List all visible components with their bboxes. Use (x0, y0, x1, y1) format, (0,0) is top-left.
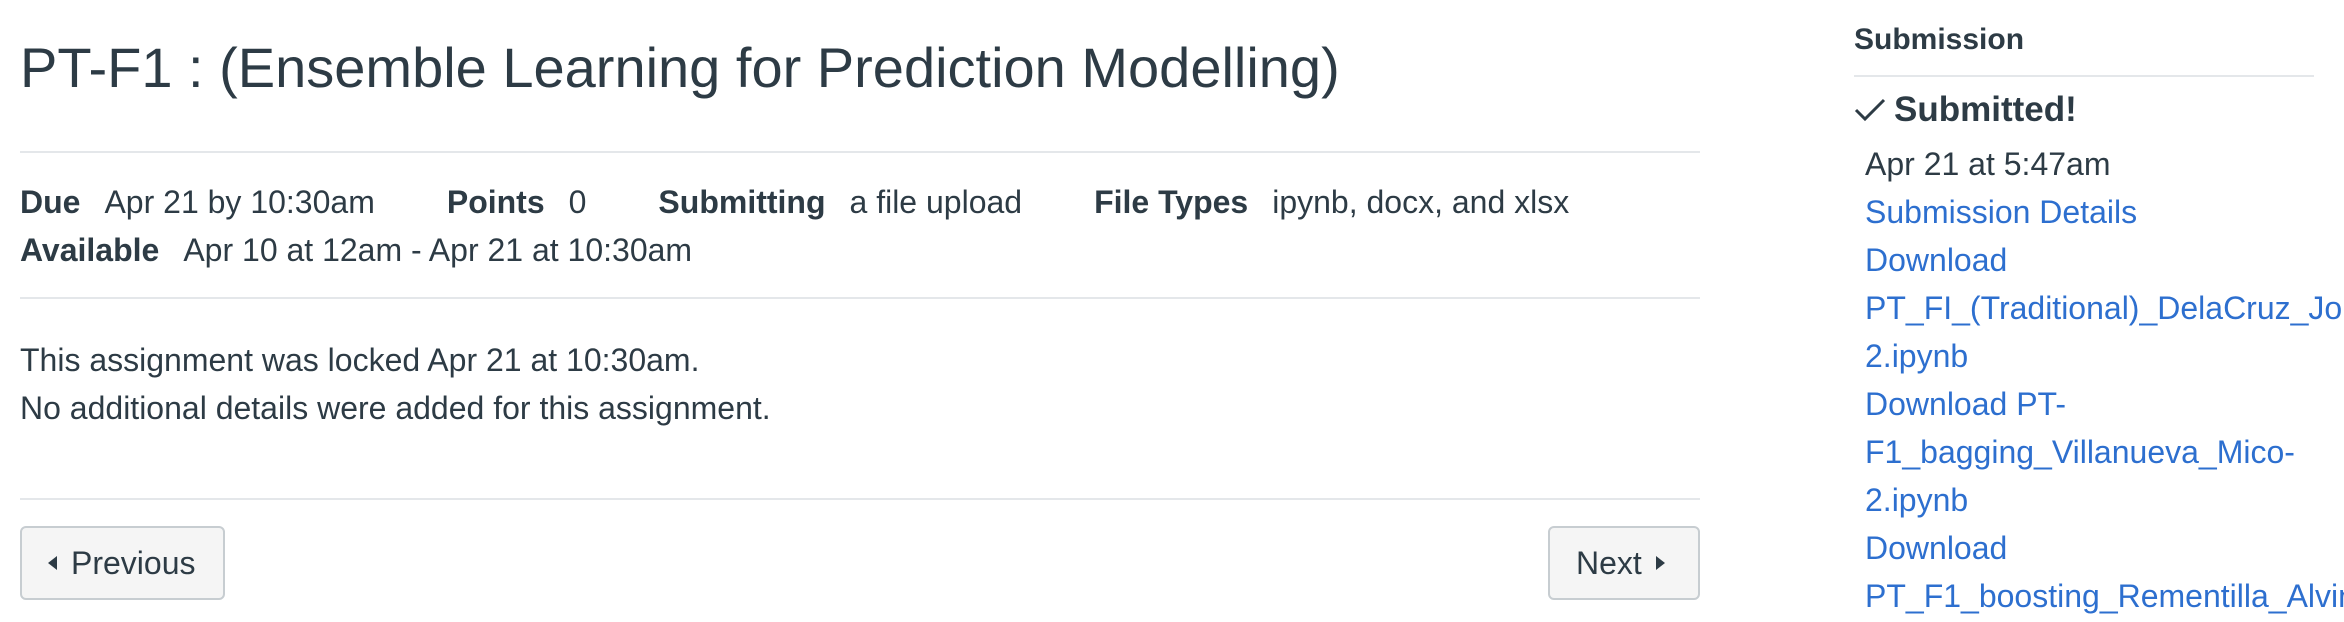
due-label: Due (20, 184, 81, 220)
due-value: Apr 21 by 10:30am (104, 184, 375, 220)
submission-status: Submitted! (1854, 88, 2077, 132)
page-title: PT-F1 : (Ensemble Learning for Predictio… (20, 36, 1340, 99)
download-file-link[interactable]: Download PT- F1_bagging_Villanueva_Mico-… (1865, 380, 2344, 524)
download-file-name-cont: 2.ipynb (1865, 338, 1969, 374)
file-types-value: ipynb, docx, and xlsx (1272, 184, 1570, 220)
download-file-link[interactable]: Download PT_F1_boosting_Rementilla_Alvin… (1865, 524, 2344, 620)
no-details-message: No additional details were added for thi… (20, 390, 771, 426)
submitted-date: Apr 21 at 5:47am (1865, 146, 2111, 182)
submission-heading: Submission (1854, 23, 2025, 56)
download-file-link[interactable]: Download PT_FI_(Traditional)_DelaCruz_Jo… (1865, 236, 2344, 380)
available-label: Available (20, 232, 160, 268)
submitting-label: Submitting (658, 184, 826, 220)
download-file-name: PT_FI_(Traditional)_DelaCruz_John (1865, 290, 2344, 326)
download-file-name-cont: 2.ipynb (1865, 482, 1969, 518)
checkmark-icon (1854, 98, 1886, 122)
divider (20, 151, 1700, 153)
assignment-page: PT-F1 : (Ensemble Learning for Predictio… (0, 0, 2344, 622)
submission-sidebar: Submission Submitted! Apr 21 at 5:47am S… (1854, 0, 2344, 622)
download-file-name: F1_bagging_Villanueva_Mico- (1865, 434, 2295, 470)
download-link-text: Download PT- (1865, 386, 2066, 422)
submission-status-text: Submitted! (1894, 90, 2077, 129)
caret-right-icon (1655, 556, 1665, 570)
submission-details-link[interactable]: Submission Details (1865, 188, 2344, 236)
divider (20, 498, 1700, 500)
available-value: Apr 10 at 12am - Apr 21 at 10:30am (183, 232, 693, 268)
assignment-availability-row: Available Apr 10 at 12am - Apr 21 at 10:… (20, 228, 692, 272)
next-button[interactable]: Next (1548, 526, 1700, 600)
next-button-label: Next (1576, 544, 1642, 581)
points-label: Points (446, 184, 545, 220)
file-types-label: File Types (1094, 184, 1249, 220)
assignment-details-row: Due Apr 21 by 10:30am Points 0 Submittin… (20, 180, 1569, 224)
divider (20, 297, 1700, 299)
submission-info-list: Apr 21 at 5:47am Submission Details Down… (1865, 140, 2344, 620)
points-value: 0 (568, 184, 587, 220)
previous-button[interactable]: Previous (20, 526, 225, 600)
download-link-text: Download (1865, 242, 2008, 278)
caret-left-icon (48, 556, 57, 570)
download-link-text: Download (1865, 530, 2008, 566)
submitting-value: a file upload (849, 184, 1023, 220)
locked-message: This assignment was locked Apr 21 at 10:… (20, 342, 700, 378)
divider (1854, 75, 2314, 77)
previous-button-label: Previous (71, 544, 196, 581)
download-file-name: PT_F1_boosting_Rementilla_Alvin- (1865, 578, 2344, 614)
